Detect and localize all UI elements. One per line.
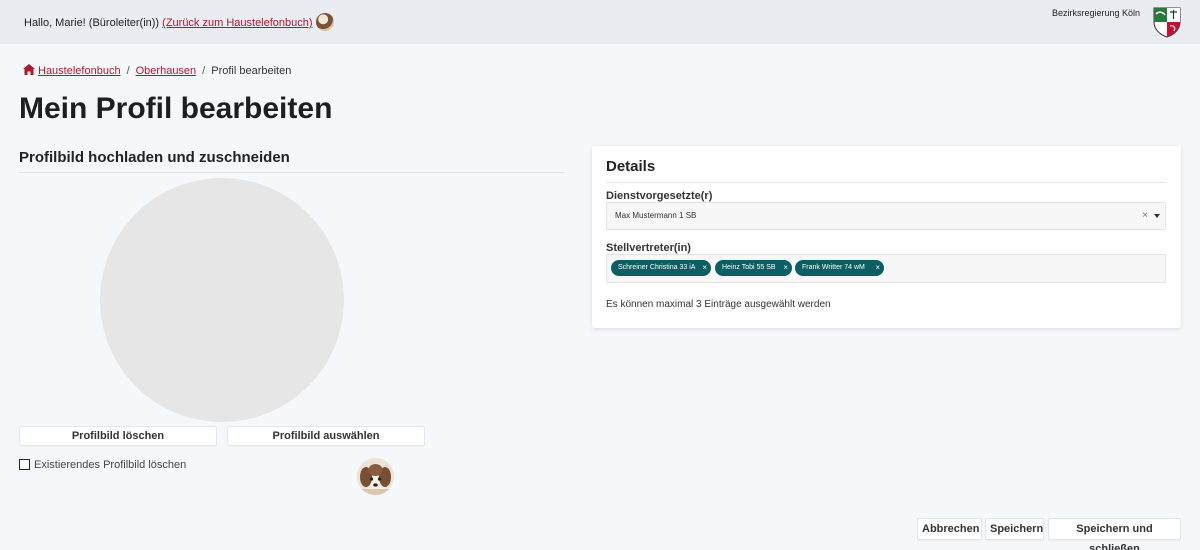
chevron-down-icon[interactable] [1154, 214, 1160, 218]
delete-existing-label: Existierendes Profilbild löschen [34, 459, 187, 471]
delete-profile-image-button[interactable]: Profilbild löschen [19, 426, 217, 446]
deputy-tag-label: Frank Writter 74 wM [802, 264, 865, 271]
remove-tag-icon[interactable]: × [783, 260, 788, 276]
cancel-button[interactable]: Abbrechen [917, 518, 982, 540]
top-bar: Hallo, Marie! (Büroleiter(in)) (Zurück z… [0, 0, 1200, 44]
details-card: Details Dienstvorgesetzte(r) Max Musterm… [592, 146, 1181, 328]
upload-section-title: Profilbild hochladen und zuschneiden [19, 149, 290, 166]
details-title: Details [606, 158, 656, 175]
user-greeting: Hallo, Marie! (Büroleiter(in)) (Zurück z… [24, 13, 334, 31]
deputy-tag-label: Heinz Tobi 55 SB [722, 264, 776, 271]
home-icon [23, 64, 35, 75]
organization-name: Bezirksregierung Köln [1052, 8, 1141, 18]
deputy-tag-label: Schreiner Christina 33 iA [618, 264, 696, 271]
deputy-tag: Frank Writter 74 wM × [795, 260, 884, 276]
greeting-text: Hallo, Marie! (Büroleiter(in)) [24, 17, 163, 29]
user-avatar [315, 13, 334, 31]
deputy-tag: Schreiner Christina 33 iA × [611, 260, 711, 276]
back-to-phonebook-link[interactable]: (Zurück zum Haustelefonbuch) [162, 17, 312, 29]
supervisor-label: Dienstvorgesetzte(r) [606, 190, 713, 202]
breadcrumb-home-link[interactable]: Haustelefonbuch [38, 65, 121, 77]
breadcrumb-oberhausen-link[interactable]: Oberhausen [136, 65, 197, 77]
breadcrumb-separator: / [202, 65, 206, 77]
breadcrumb-current: Profil bearbeiten [211, 65, 292, 77]
breadcrumb-separator: / [126, 65, 130, 77]
save-and-close-button[interactable]: Speichern und schließen [1048, 518, 1181, 550]
clear-icon[interactable]: × [1142, 210, 1148, 221]
page-title: Mein Profil bearbeiten [19, 92, 333, 125]
dog-photo-icon [357, 458, 394, 495]
delete-existing-checkbox[interactable] [19, 459, 30, 470]
supervisor-select[interactable]: Max Mustermann 1 SB × [606, 202, 1166, 230]
breadcrumb: Haustelefonbuch / Oberhausen / Profil bearbe… [23, 64, 291, 77]
deputy-tag: Heinz Tobi 55 SB × [715, 260, 792, 276]
selection-limit-note: Es können maximal 3 Einträge ausgewählt … [606, 299, 831, 310]
profile-image-preview [357, 458, 394, 495]
coat-of-arms-icon [1153, 7, 1181, 38]
supervisor-value: Max Mustermann 1 SB [615, 211, 697, 220]
delete-existing-image-option[interactable]: Existierendes Profilbild löschen [19, 459, 186, 471]
image-crop-area[interactable] [100, 178, 344, 422]
details-divider [606, 182, 1166, 183]
remove-tag-icon[interactable]: × [875, 260, 880, 276]
save-button[interactable]: Speichern [985, 518, 1044, 540]
deputy-label: Stellvertreter(in) [606, 242, 691, 254]
deputy-multiselect[interactable]: Schreiner Christina 33 iA × Heinz Tobi 55… [606, 254, 1166, 283]
section-divider [19, 172, 564, 173]
select-profile-image-button[interactable]: Profilbild auswählen [227, 426, 425, 446]
remove-tag-icon[interactable]: × [702, 260, 707, 276]
